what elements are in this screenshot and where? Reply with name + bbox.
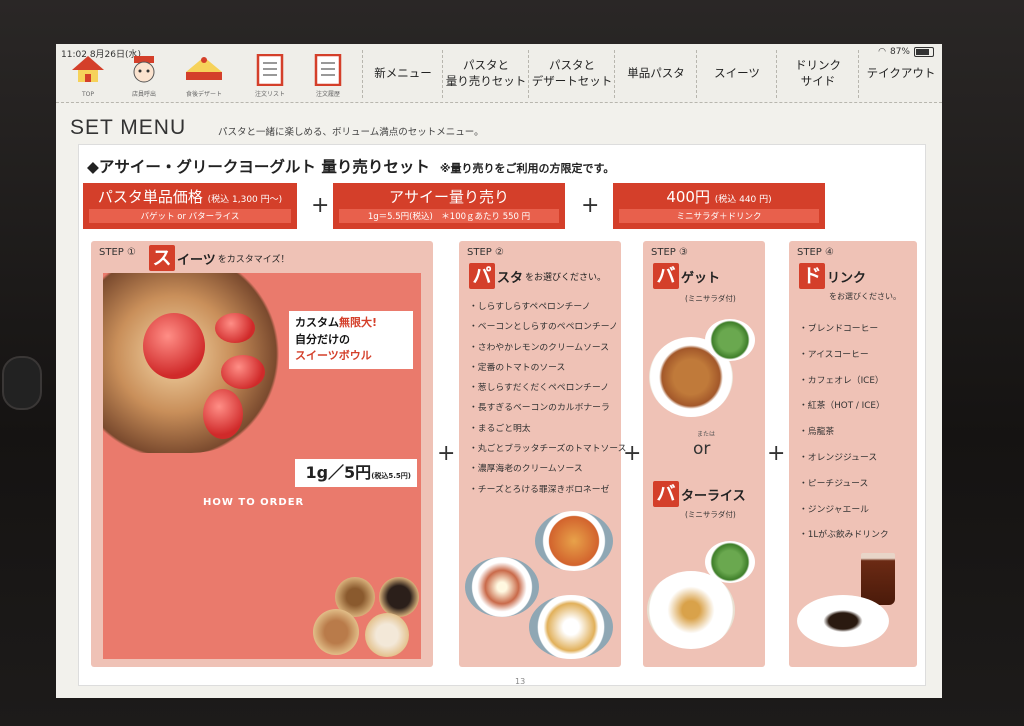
list-item[interactable]: ・オレンジジュース	[799, 446, 889, 472]
order-history-button[interactable]: 注文履歴	[298, 53, 358, 100]
step2-title: パスタ をお選びください。	[469, 263, 606, 289]
order-list-icon	[256, 53, 284, 87]
set-menu-panel: ◆アサイー・グリークヨーグルト 量り売りセット ※量り売りをご利用の方限定です。 …	[78, 144, 926, 686]
heading-note: ※量り売りをご利用の方限定です。	[439, 162, 615, 175]
step2-label: STEP ②	[467, 247, 504, 258]
list-item[interactable]: ・まるごと明太	[469, 419, 626, 439]
list-item[interactable]: ・烏龍茶	[799, 420, 889, 446]
list-item[interactable]: ・定番のトマトのソース	[469, 358, 626, 378]
step3-label: STEP ③	[651, 247, 688, 258]
list-item[interactable]: ・アイスコーヒー	[799, 343, 889, 369]
strawberry-slice	[215, 313, 255, 343]
coffee-cup-image	[797, 595, 889, 647]
list-item[interactable]: ・丸ごとブラッタチーズのトマトソース	[469, 439, 626, 459]
pasta-options-list: ・しらすしらすペペロンチーノ ・ベーコンとしらすのペペロンチーノ ・さわやかレモ…	[469, 297, 626, 500]
plus-sign: +	[767, 441, 786, 466]
price-box-acai: アサイー量り売り 1g＝5.5円(税込) ＊100ｇあたり 550 円	[333, 183, 565, 229]
list-item[interactable]: ・紅茶（HOT / ICE）	[799, 394, 889, 420]
iced-drink-image	[861, 553, 895, 605]
or-small-text: または	[697, 431, 716, 438]
list-item[interactable]: ・しらすしらすペペロンチーノ	[469, 297, 626, 317]
step4-card[interactable]: STEP ④ ドリンク をお選びください。 ・ブレンドコーヒー ・アイスコーヒー…	[789, 241, 917, 667]
tablet-screen: 11:02 8月26日(水) ◠ 87% TOP 店員呼出 食後デザート 注文リ…	[56, 44, 942, 698]
topping-image	[365, 613, 409, 657]
step1-title: スイーツ をカスタマイズ！	[149, 245, 289, 271]
baguette-option-title[interactable]: バゲット	[653, 263, 720, 289]
step1-label: STEP ①	[99, 247, 136, 258]
list-item[interactable]: ・長すぎるベーコンのカルボナーラ	[469, 398, 626, 418]
call-staff-button[interactable]: 店員呼出	[114, 54, 174, 100]
butter-rice-option-title[interactable]: バターライス	[653, 481, 746, 507]
page-title-row: SET MENU パスタと一緒に楽しめる、ボリューム満点のセットメニュー。	[70, 116, 484, 140]
strawberry-slice	[203, 389, 243, 439]
list-item[interactable]: ・ブレンドコーヒー	[799, 317, 889, 343]
page-number: 13	[515, 677, 526, 686]
step3-card[interactable]: STEP ③ バゲット (ミニサラダ付) または or バターライス (ミニサラ…	[643, 241, 765, 667]
list-item[interactable]: ・さわやかレモンのクリームソース	[469, 338, 626, 358]
plus-sign: +	[311, 193, 330, 218]
baguette-note: (ミニサラダ付)	[685, 294, 736, 303]
topping-image	[313, 609, 359, 655]
top-button[interactable]: TOP	[58, 54, 118, 100]
tab-pasta-bulk-set[interactable]: パスタと 量り売りセット	[442, 50, 529, 98]
strawberry-image	[143, 313, 205, 379]
price-box-pasta: パスタ単品価格 (税込 1,300 円〜) バゲット or バターライス	[83, 183, 297, 229]
list-item[interactable]: ・1Lがぶ飲みドリンク	[799, 523, 889, 549]
strawberry-slice	[221, 355, 265, 389]
butter-rice-note: (ミニサラダ付)	[685, 510, 736, 519]
tab-single-pasta[interactable]: 単品パスタ	[614, 50, 697, 98]
step1-card[interactable]: STEP ① スイーツ をカスタマイズ！ カスタム無限大! 自分だけの スイーツボ…	[91, 241, 433, 667]
salad-image	[705, 319, 755, 361]
order-list-button[interactable]: 注文リスト	[240, 53, 300, 100]
dessert-button[interactable]: 食後デザート	[174, 54, 234, 100]
plus-sign: +	[581, 193, 600, 218]
dessert-icon	[186, 57, 222, 80]
tab-drink-side[interactable]: ドリンク サイド	[776, 50, 859, 98]
top-nav-bar: 11:02 8月26日(水) ◠ 87% TOP 店員呼出 食後デザート 注文リ…	[56, 44, 942, 103]
price-box-side: 400円 (税込 440 円) ミニサラダ＋ドリンク	[613, 183, 825, 229]
tab-new-menu[interactable]: 新メニュー	[362, 50, 443, 98]
pasta-image	[535, 511, 613, 571]
drink-options-list: ・ブレンドコーヒー ・アイスコーヒー ・カフェオレ（ICE） ・紅茶（HOT /…	[799, 317, 889, 549]
step4-title: ドリンク	[799, 263, 866, 289]
step2-card[interactable]: STEP ② パスタ をお選びください。 ・しらすしらすペペロンチーノ ・ベーコン…	[459, 241, 626, 667]
plus-sign: +	[437, 441, 456, 466]
butter-rice-image	[647, 571, 735, 649]
pasta-image	[529, 595, 613, 659]
or-text: or	[693, 439, 711, 459]
home-icon	[72, 56, 104, 82]
home-button[interactable]	[2, 356, 42, 410]
sweets-bowl-image: カスタム無限大! 自分だけの スイーツボウル 1g／5円(税込5.5円) HOW…	[103, 273, 421, 659]
list-item[interactable]: ・ベーコンとしらすのペペロンチーノ	[469, 317, 626, 337]
page-subtitle: パスタと一緒に楽しめる、ボリューム満点のセットメニュー。	[218, 127, 484, 138]
page-title: SET MENU	[70, 116, 187, 139]
list-item[interactable]: ・ジンジャエール	[799, 498, 889, 524]
step4-subtitle: をお選びください。	[829, 292, 901, 301]
plus-sign: +	[623, 441, 642, 466]
how-to-order-title: HOW TO ORDER	[203, 497, 305, 508]
tab-takeout[interactable]: テイクアウト	[858, 50, 942, 98]
list-item[interactable]: ・カフェオレ（ICE）	[799, 369, 889, 395]
order-history-icon	[314, 53, 342, 87]
step4-label: STEP ④	[797, 247, 834, 258]
acai-price-badge: 1g／5円(税込5.5円)	[295, 459, 417, 487]
custom-callout: カスタム無限大! 自分だけの スイーツボウル	[289, 311, 413, 369]
list-item[interactable]: ・ピーチジュース	[799, 472, 889, 498]
list-item[interactable]: ・濃厚海老のクリームソース	[469, 459, 626, 479]
topping-image	[379, 577, 419, 617]
list-item[interactable]: ・チーズとろける罪深きボロネーゼ	[469, 480, 626, 500]
list-item[interactable]: ・葱しらすだくだくペペロンチーノ	[469, 378, 626, 398]
pasta-image	[465, 557, 539, 617]
call-staff-icon	[133, 56, 155, 83]
set-heading: ◆アサイー・グリークヨーグルト 量り売りセット ※量り売りをご利用の方限定です。	[87, 158, 615, 176]
tab-pasta-dessert-set[interactable]: パスタと デザートセット	[528, 50, 615, 98]
tab-sweets[interactable]: スイーツ	[696, 50, 777, 98]
